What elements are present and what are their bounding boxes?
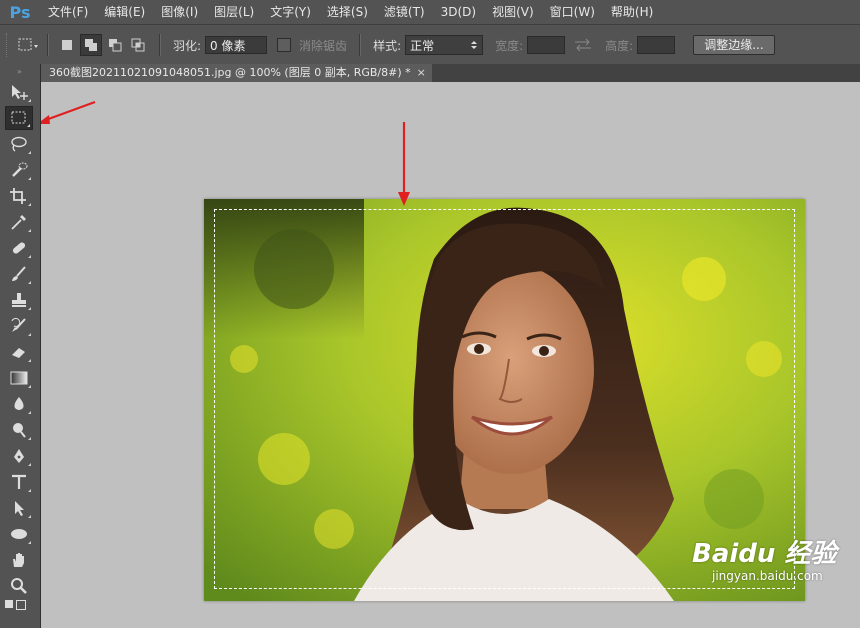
height-input[interactable] bbox=[637, 36, 676, 54]
tool-move[interactable] bbox=[5, 80, 33, 104]
tool-hand[interactable] bbox=[5, 548, 33, 572]
new-selection-button[interactable] bbox=[57, 35, 77, 55]
path-selection-icon bbox=[15, 501, 24, 516]
hand-icon bbox=[13, 553, 24, 567]
tool-brush[interactable] bbox=[5, 262, 33, 286]
watermark-brand: Baidu 经验 bbox=[692, 539, 837, 569]
tools-panel: » bbox=[0, 64, 41, 628]
rectangular-marquee-icon bbox=[11, 111, 26, 124]
tool-zoom[interactable] bbox=[5, 574, 33, 598]
tools-panel-collapse[interactable]: » bbox=[0, 64, 40, 78]
menu-window[interactable]: 窗口(W) bbox=[542, 0, 603, 24]
photoshop-logo: Ps bbox=[9, 2, 31, 22]
tool-crop[interactable] bbox=[5, 184, 33, 208]
tool-path-selection[interactable] bbox=[5, 496, 33, 520]
document-tab-title: 360截图20211021091048051.jpg @ 100% (图层 0 … bbox=[49, 66, 411, 79]
menu-file[interactable]: 文件(F) bbox=[40, 0, 96, 24]
baidu-watermark: Baidu 经验 jingyan.baidu.com bbox=[692, 539, 836, 583]
canvas-area[interactable]: Baidu 经验 jingyan.baidu.com bbox=[41, 82, 860, 628]
style-select[interactable]: 正常 bbox=[405, 35, 484, 55]
crop-icon bbox=[10, 188, 26, 204]
menu-select[interactable]: 选择(S) bbox=[319, 0, 376, 24]
intersect-selection-icon bbox=[131, 38, 145, 52]
menu-help[interactable]: 帮助(H) bbox=[603, 0, 661, 24]
dodge-icon bbox=[13, 423, 26, 438]
tool-type[interactable] bbox=[5, 470, 33, 494]
move-icon bbox=[12, 85, 28, 100]
menu-edit[interactable]: 编辑(E) bbox=[96, 0, 153, 24]
refine-edge-button[interactable]: 调整边缘... bbox=[693, 35, 775, 55]
tool-eyedropper[interactable] bbox=[5, 210, 33, 234]
type-icon bbox=[12, 474, 26, 489]
color-swatches[interactable] bbox=[5, 600, 40, 610]
feather-input[interactable]: 0 像素 bbox=[205, 36, 268, 54]
subtract-selection-icon bbox=[109, 39, 122, 52]
height-label: 高度: bbox=[605, 38, 634, 53]
quick-selection-icon bbox=[12, 162, 28, 177]
rectangular-marquee-icon bbox=[18, 38, 38, 51]
antialias-checkbox[interactable] bbox=[277, 38, 292, 52]
ellipse-icon bbox=[11, 529, 27, 539]
chevron-updown-icon bbox=[471, 41, 478, 49]
lasso-icon bbox=[11, 136, 27, 152]
zoom-icon bbox=[11, 578, 27, 594]
spot-healing-icon bbox=[12, 242, 26, 254]
menu-3d[interactable]: 3D(D) bbox=[433, 0, 484, 24]
tool-ellipse[interactable] bbox=[5, 522, 33, 546]
eraser-icon bbox=[12, 348, 25, 358]
swap-colors-icon bbox=[16, 600, 26, 610]
brush-icon bbox=[12, 266, 26, 281]
close-icon[interactable]: × bbox=[417, 66, 426, 79]
options-grip[interactable] bbox=[6, 33, 11, 57]
tool-history-brush[interactable] bbox=[5, 314, 33, 338]
clone-stamp-icon bbox=[12, 293, 26, 307]
tool-eraser[interactable] bbox=[5, 340, 33, 364]
swap-width-height-icon[interactable] bbox=[569, 37, 597, 53]
history-brush-icon bbox=[11, 317, 26, 332]
tool-lasso[interactable] bbox=[5, 132, 33, 156]
menu-type[interactable]: 文字(Y) bbox=[262, 0, 319, 24]
tool-spot-healing[interactable] bbox=[5, 236, 33, 260]
menu-image[interactable]: 图像(I) bbox=[153, 0, 206, 24]
subtract-from-selection-button[interactable] bbox=[105, 35, 125, 55]
style-select-value: 正常 bbox=[410, 38, 435, 53]
add-to-selection-button[interactable] bbox=[80, 34, 102, 56]
options-divider bbox=[359, 34, 362, 56]
style-label: 样式: bbox=[373, 38, 402, 53]
arrow-to-marquee-tool bbox=[41, 100, 96, 124]
add-selection-icon bbox=[85, 39, 97, 51]
tool-clone-stamp[interactable] bbox=[5, 288, 33, 312]
gradient-icon bbox=[10, 371, 28, 385]
document-tabs: 360截图20211021091048051.jpg @ 100% (图层 0 … bbox=[41, 64, 860, 82]
menu-layer[interactable]: 图层(L) bbox=[206, 0, 262, 24]
options-bar: 羽化: 0 像素 消除锯齿 样式: 正常 宽度: 高度: 调整边缘... bbox=[0, 24, 860, 66]
menu-bar: Ps 文件(F) 编辑(E) 图像(I) 图层(L) 文字(Y) 选择(S) 滤… bbox=[0, 0, 860, 24]
tool-rectangular-marquee[interactable] bbox=[5, 106, 33, 130]
tool-preset-picker[interactable] bbox=[17, 35, 39, 55]
new-selection-icon bbox=[62, 40, 72, 50]
antialias-label: 消除锯齿 bbox=[299, 38, 348, 53]
document-tab[interactable]: 360截图20211021091048051.jpg @ 100% (图层 0 … bbox=[41, 64, 432, 82]
watermark-url: jingyan.baidu.com bbox=[712, 569, 823, 583]
blur-icon bbox=[14, 397, 24, 410]
tool-quick-selection[interactable] bbox=[5, 158, 33, 182]
options-divider bbox=[159, 34, 161, 56]
tool-gradient[interactable] bbox=[5, 366, 33, 390]
tool-dodge[interactable] bbox=[5, 418, 33, 442]
options-divider bbox=[47, 34, 49, 56]
tool-pen[interactable] bbox=[5, 444, 33, 468]
default-colors-icon bbox=[5, 600, 13, 608]
feather-label: 羽化: bbox=[173, 38, 202, 53]
arrow-to-selection-edge bbox=[398, 122, 410, 206]
intersect-selection-button[interactable] bbox=[128, 35, 148, 55]
pen-icon bbox=[14, 449, 24, 463]
menu-filter[interactable]: 滤镜(T) bbox=[376, 0, 433, 24]
eyedropper-icon bbox=[11, 215, 26, 230]
width-label: 宽度: bbox=[495, 38, 524, 53]
menu-view[interactable]: 视图(V) bbox=[484, 0, 542, 24]
width-input[interactable] bbox=[527, 36, 566, 54]
tool-blur[interactable] bbox=[5, 392, 33, 416]
